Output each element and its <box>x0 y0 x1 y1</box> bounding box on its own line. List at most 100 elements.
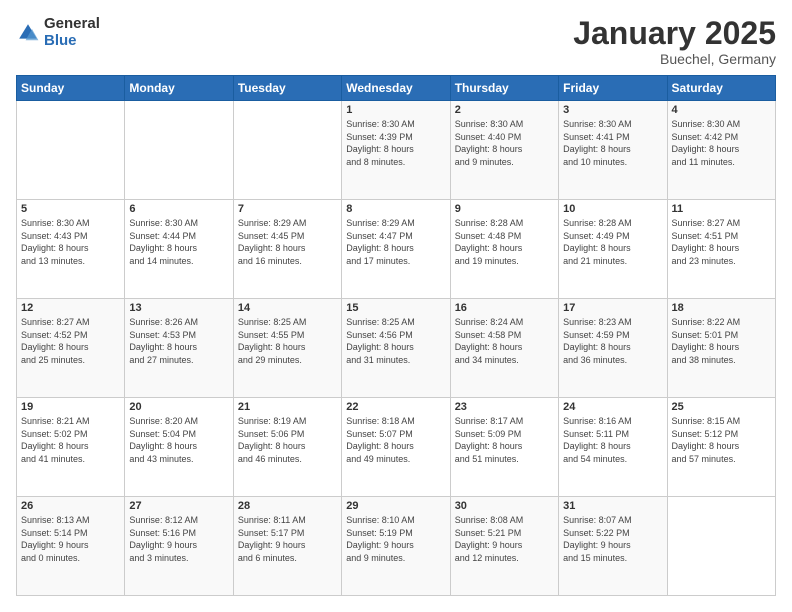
day-cell: 4 Sunrise: 8:30 AM Sunset: 4:42 PM Daylig… <box>667 101 775 200</box>
day-info: Sunrise: 8:21 AM Sunset: 5:02 PM Dayligh… <box>21 415 120 465</box>
day-info: Sunrise: 8:30 AM Sunset: 4:42 PM Dayligh… <box>672 118 771 168</box>
day-info: Sunrise: 8:27 AM Sunset: 4:51 PM Dayligh… <box>672 217 771 267</box>
day-info: Sunrise: 8:24 AM Sunset: 4:58 PM Dayligh… <box>455 316 554 366</box>
page: General Blue January 2025 Buechel, Germa… <box>0 0 792 612</box>
header: General Blue January 2025 Buechel, Germa… <box>16 16 776 67</box>
day-cell: 22Sunrise: 8:18 AM Sunset: 5:07 PM Dayli… <box>342 398 450 497</box>
day-cell: 20 Sunrise: 8:20 AM Sunset: 5:04 PM Dayli… <box>125 398 233 497</box>
day-cell <box>233 101 341 200</box>
day-info: Sunrise: 8:29 AM Sunset: 4:47 PM Dayligh… <box>346 217 445 267</box>
day-info: Sunrise: 8:22 AM Sunset: 5:01 PM Dayligh… <box>672 316 771 366</box>
day-number: 16 <box>455 302 554 314</box>
calendar-body: 1Sunrise: 8:30 AM Sunset: 4:39 PM Daylig… <box>17 101 776 596</box>
day-info: Sunrise: 8:11 AM Sunset: 5:17 PM Dayligh… <box>238 514 337 564</box>
day-cell: 27 Sunrise: 8:12 AM Sunset: 5:16 PM Dayli… <box>125 497 233 596</box>
day-cell: 31 Sunrise: 8:07 AM Sunset: 5:22 PM Dayli… <box>559 497 667 596</box>
day-number: 4 <box>672 104 771 116</box>
day-number: 17 <box>563 302 662 314</box>
day-info: Sunrise: 8:17 AM Sunset: 5:09 PM Dayligh… <box>455 415 554 465</box>
day-info: Sunrise: 8:30 AM Sunset: 4:39 PM Dayligh… <box>346 118 445 168</box>
day-info: Sunrise: 8:08 AM Sunset: 5:21 PM Dayligh… <box>455 514 554 564</box>
day-info: Sunrise: 8:25 AM Sunset: 4:55 PM Dayligh… <box>238 316 337 366</box>
day-number: 26 <box>21 500 120 512</box>
day-number: 23 <box>455 401 554 413</box>
day-info: Sunrise: 8:15 AM Sunset: 5:12 PM Dayligh… <box>672 415 771 465</box>
day-number: 27 <box>129 500 228 512</box>
day-cell: 10 Sunrise: 8:28 AM Sunset: 4:49 PM Dayli… <box>559 200 667 299</box>
day-cell: 2 Sunrise: 8:30 AM Sunset: 4:40 PM Daylig… <box>450 101 558 200</box>
day-number: 3 <box>563 104 662 116</box>
day-cell: 16 Sunrise: 8:24 AM Sunset: 4:58 PM Dayli… <box>450 299 558 398</box>
day-number: 25 <box>672 401 771 413</box>
logo-text: General Blue <box>44 16 100 49</box>
weekday-header-wednesday: Wednesday <box>342 76 450 101</box>
day-cell: 3Sunrise: 8:30 AM Sunset: 4:41 PM Daylig… <box>559 101 667 200</box>
logo: General Blue <box>16 16 100 49</box>
logo-general: General <box>44 16 100 33</box>
day-cell: 28 Sunrise: 8:11 AM Sunset: 5:17 PM Dayli… <box>233 497 341 596</box>
day-info: Sunrise: 8:29 AM Sunset: 4:45 PM Dayligh… <box>238 217 337 267</box>
day-info: Sunrise: 8:23 AM Sunset: 4:59 PM Dayligh… <box>563 316 662 366</box>
day-info: Sunrise: 8:19 AM Sunset: 5:06 PM Dayligh… <box>238 415 337 465</box>
day-cell: 26 Sunrise: 8:13 AM Sunset: 5:14 PM Dayli… <box>17 497 125 596</box>
day-info: Sunrise: 8:20 AM Sunset: 5:04 PM Dayligh… <box>129 415 228 465</box>
day-info: Sunrise: 8:10 AM Sunset: 5:19 PM Dayligh… <box>346 514 445 564</box>
weekday-header-tuesday: Tuesday <box>233 76 341 101</box>
day-number: 20 <box>129 401 228 413</box>
day-info: Sunrise: 8:07 AM Sunset: 5:22 PM Dayligh… <box>563 514 662 564</box>
week-row-5: 26 Sunrise: 8:13 AM Sunset: 5:14 PM Dayli… <box>17 497 776 596</box>
day-cell: 17 Sunrise: 8:23 AM Sunset: 4:59 PM Dayli… <box>559 299 667 398</box>
weekday-header-thursday: Thursday <box>450 76 558 101</box>
day-info: Sunrise: 8:26 AM Sunset: 4:53 PM Dayligh… <box>129 316 228 366</box>
weekday-row: SundayMondayTuesdayWednesdayThursdayFrid… <box>17 76 776 101</box>
day-number: 18 <box>672 302 771 314</box>
day-cell: 8Sunrise: 8:29 AM Sunset: 4:47 PM Daylig… <box>342 200 450 299</box>
day-cell: 6Sunrise: 8:30 AM Sunset: 4:44 PM Daylig… <box>125 200 233 299</box>
day-number: 10 <box>563 203 662 215</box>
day-cell: 29Sunrise: 8:10 AM Sunset: 5:19 PM Dayli… <box>342 497 450 596</box>
day-cell: 24Sunrise: 8:16 AM Sunset: 5:11 PM Dayli… <box>559 398 667 497</box>
calendar-header: SundayMondayTuesdayWednesdayThursdayFrid… <box>17 76 776 101</box>
day-number: 7 <box>238 203 337 215</box>
day-cell: 1Sunrise: 8:30 AM Sunset: 4:39 PM Daylig… <box>342 101 450 200</box>
week-row-3: 12Sunrise: 8:27 AM Sunset: 4:52 PM Dayli… <box>17 299 776 398</box>
day-number: 28 <box>238 500 337 512</box>
calendar: SundayMondayTuesdayWednesdayThursdayFrid… <box>16 75 776 596</box>
day-number: 21 <box>238 401 337 413</box>
day-cell: 21 Sunrise: 8:19 AM Sunset: 5:06 PM Dayli… <box>233 398 341 497</box>
day-info: Sunrise: 8:28 AM Sunset: 4:49 PM Dayligh… <box>563 217 662 267</box>
day-cell: 5 Sunrise: 8:30 AM Sunset: 4:43 PM Daylig… <box>17 200 125 299</box>
day-cell: 11 Sunrise: 8:27 AM Sunset: 4:51 PM Dayli… <box>667 200 775 299</box>
day-number: 5 <box>21 203 120 215</box>
day-cell: 23 Sunrise: 8:17 AM Sunset: 5:09 PM Dayli… <box>450 398 558 497</box>
day-number: 19 <box>21 401 120 413</box>
day-number: 11 <box>672 203 771 215</box>
day-cell <box>667 497 775 596</box>
week-row-4: 19 Sunrise: 8:21 AM Sunset: 5:02 PM Dayli… <box>17 398 776 497</box>
day-info: Sunrise: 8:12 AM Sunset: 5:16 PM Dayligh… <box>129 514 228 564</box>
weekday-header-saturday: Saturday <box>667 76 775 101</box>
day-info: Sunrise: 8:30 AM Sunset: 4:43 PM Dayligh… <box>21 217 120 267</box>
day-cell: 7 Sunrise: 8:29 AM Sunset: 4:45 PM Daylig… <box>233 200 341 299</box>
day-info: Sunrise: 8:25 AM Sunset: 4:56 PM Dayligh… <box>346 316 445 366</box>
day-cell: 13Sunrise: 8:26 AM Sunset: 4:53 PM Dayli… <box>125 299 233 398</box>
day-number: 31 <box>563 500 662 512</box>
day-cell: 14 Sunrise: 8:25 AM Sunset: 4:55 PM Dayli… <box>233 299 341 398</box>
logo-icon <box>16 21 40 45</box>
day-cell: 18 Sunrise: 8:22 AM Sunset: 5:01 PM Dayli… <box>667 299 775 398</box>
day-info: Sunrise: 8:13 AM Sunset: 5:14 PM Dayligh… <box>21 514 120 564</box>
day-number: 30 <box>455 500 554 512</box>
day-info: Sunrise: 8:28 AM Sunset: 4:48 PM Dayligh… <box>455 217 554 267</box>
day-cell <box>17 101 125 200</box>
day-cell: 30 Sunrise: 8:08 AM Sunset: 5:21 PM Dayli… <box>450 497 558 596</box>
day-cell: 9Sunrise: 8:28 AM Sunset: 4:48 PM Daylig… <box>450 200 558 299</box>
day-number: 6 <box>129 203 228 215</box>
day-cell: 25 Sunrise: 8:15 AM Sunset: 5:12 PM Dayli… <box>667 398 775 497</box>
day-info: Sunrise: 8:30 AM Sunset: 4:40 PM Dayligh… <box>455 118 554 168</box>
day-number: 12 <box>21 302 120 314</box>
day-cell: 15Sunrise: 8:25 AM Sunset: 4:56 PM Dayli… <box>342 299 450 398</box>
weekday-header-monday: Monday <box>125 76 233 101</box>
day-number: 2 <box>455 104 554 116</box>
day-number: 14 <box>238 302 337 314</box>
day-info: Sunrise: 8:16 AM Sunset: 5:11 PM Dayligh… <box>563 415 662 465</box>
